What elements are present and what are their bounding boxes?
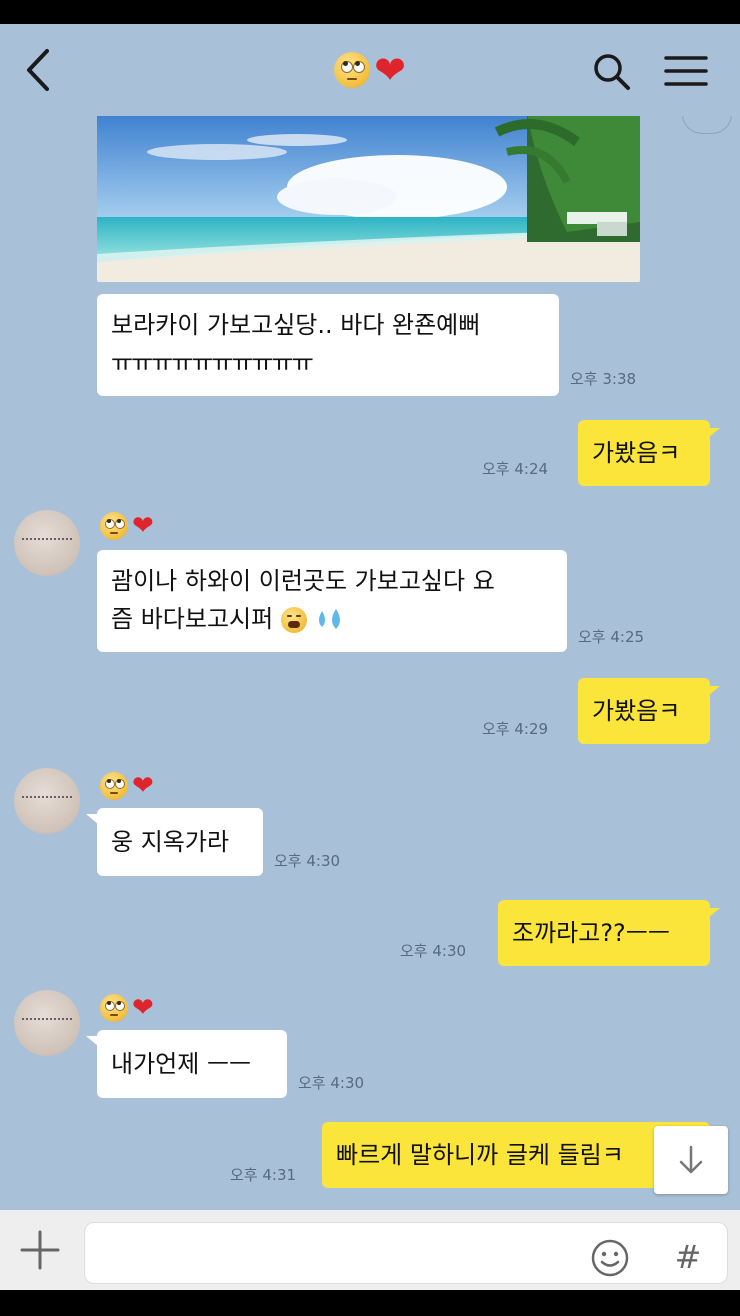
bubble-tail xyxy=(708,686,720,696)
back-button[interactable] xyxy=(18,42,58,98)
eye-roll-face-icon xyxy=(100,512,128,540)
message-timestamp: 오후 4:30 xyxy=(400,942,467,960)
bubble-tail xyxy=(708,428,720,438)
plus-icon xyxy=(20,1230,60,1270)
message-text: 가봤음ㅋ xyxy=(592,439,681,467)
message-line: ㅠㅠㅠㅠㅠㅠㅠㅠㅠㅠ xyxy=(111,349,314,377)
outgoing-message-bubble[interactable]: 조까라고??ㅡㅡ xyxy=(498,900,710,966)
message-timestamp: 오후 4:31 xyxy=(230,1166,297,1184)
heart-icon: ❤ xyxy=(374,48,406,92)
incoming-message-bubble[interactable]: 내가언제 ㅡㅡ xyxy=(97,1030,287,1098)
incoming-message-bubble[interactable]: 괌이나 하와이 이런곳도 가보고싶다 요 즘 바다보고시퍼 xyxy=(97,550,567,652)
message-line: 보라카이 가보고싶당.. 바다 완죤예뻐 xyxy=(111,311,481,339)
chat-title[interactable]: ❤ xyxy=(320,50,420,90)
message-line: 괌이나 하와이 이런곳도 가보고싶다 요 xyxy=(111,567,495,595)
beach-photo[interactable] xyxy=(97,112,640,282)
search-button[interactable] xyxy=(588,48,636,94)
chat-area[interactable]: 보라카이 가보고싶당.. 바다 완죤예뻐 ㅠㅠㅠㅠㅠㅠㅠㅠㅠㅠ 오후 3:38 … xyxy=(0,24,740,1290)
chat-screen: 보라카이 가보고싶당.. 바다 완죤예뻐 ㅠㅠㅠㅠㅠㅠㅠㅠㅠㅠ 오후 3:38 … xyxy=(0,0,740,1316)
menu-button[interactable] xyxy=(658,48,714,94)
search-icon xyxy=(594,54,630,90)
heart-icon: ❤ xyxy=(132,771,154,801)
avatar[interactable] xyxy=(14,990,80,1056)
avatar-scribble xyxy=(22,538,72,548)
message-text: 웅 지옥가라 xyxy=(111,828,230,856)
incoming-message-bubble[interactable]: 웅 지옥가라 xyxy=(97,808,263,876)
avatar-scribble xyxy=(22,1018,72,1028)
heart-icon: ❤ xyxy=(132,511,154,541)
message-timestamp: 오후 4:29 xyxy=(482,720,549,738)
eye-roll-face-icon xyxy=(100,772,128,800)
hamburger-menu-icon xyxy=(664,56,708,86)
message-text: 가봤음ㅋ xyxy=(592,697,681,725)
heart-icon: ❤ xyxy=(132,993,154,1023)
bubble-tail xyxy=(708,908,720,918)
chat-header: ❤ xyxy=(0,24,740,116)
message-line: 즘 바다보고시퍼 xyxy=(111,600,553,638)
chevron-left-icon xyxy=(27,49,49,91)
attach-button[interactable] xyxy=(14,1224,66,1276)
message-text: 즘 바다보고시퍼 xyxy=(111,605,274,633)
incoming-message-bubble[interactable]: 보라카이 가보고싶당.. 바다 완죤예뻐 ㅠㅠㅠㅠㅠㅠㅠㅠㅠㅠ xyxy=(97,294,559,396)
message-timestamp: 오후 3:38 xyxy=(570,370,637,388)
sweat-drops-icon xyxy=(319,609,341,629)
outgoing-message-bubble[interactable]: 빠르게 말하니까 글케 들림ㅋ xyxy=(322,1122,710,1188)
message-text: 조까라고??ㅡㅡ xyxy=(512,919,670,947)
tired-face-icon xyxy=(280,607,307,633)
smiley-icon xyxy=(591,1239,629,1277)
outgoing-message-bubble[interactable]: 가봤음ㅋ xyxy=(578,678,710,744)
message-text: 빠르게 말하니까 글케 들림ㅋ xyxy=(336,1141,624,1169)
avatar[interactable] xyxy=(14,510,80,576)
scroll-to-bottom-button[interactable] xyxy=(654,1126,728,1194)
eye-roll-face-icon xyxy=(100,994,128,1022)
message-timestamp: 오후 4:25 xyxy=(578,628,645,646)
arrow-down-icon xyxy=(679,1145,703,1174)
sender-name: ❤ xyxy=(100,512,154,540)
avatar-scribble xyxy=(22,796,72,806)
beach-photo-graphic xyxy=(97,112,640,282)
message-timestamp: 오후 4:30 xyxy=(274,852,341,870)
message-text: 내가언제 ㅡㅡ xyxy=(111,1050,252,1078)
sender-name: ❤ xyxy=(100,994,154,1022)
hashtag-button[interactable]: # xyxy=(666,1232,710,1282)
eye-roll-face-icon xyxy=(334,52,371,88)
message-timestamp: 오후 4:24 xyxy=(482,460,549,478)
sender-name: ❤ xyxy=(100,772,154,800)
message-timestamp: 오후 4:30 xyxy=(298,1074,365,1092)
outgoing-message-bubble[interactable]: 가봤음ㅋ xyxy=(578,420,710,486)
emoji-button[interactable] xyxy=(588,1236,632,1280)
avatar[interactable] xyxy=(14,768,80,834)
